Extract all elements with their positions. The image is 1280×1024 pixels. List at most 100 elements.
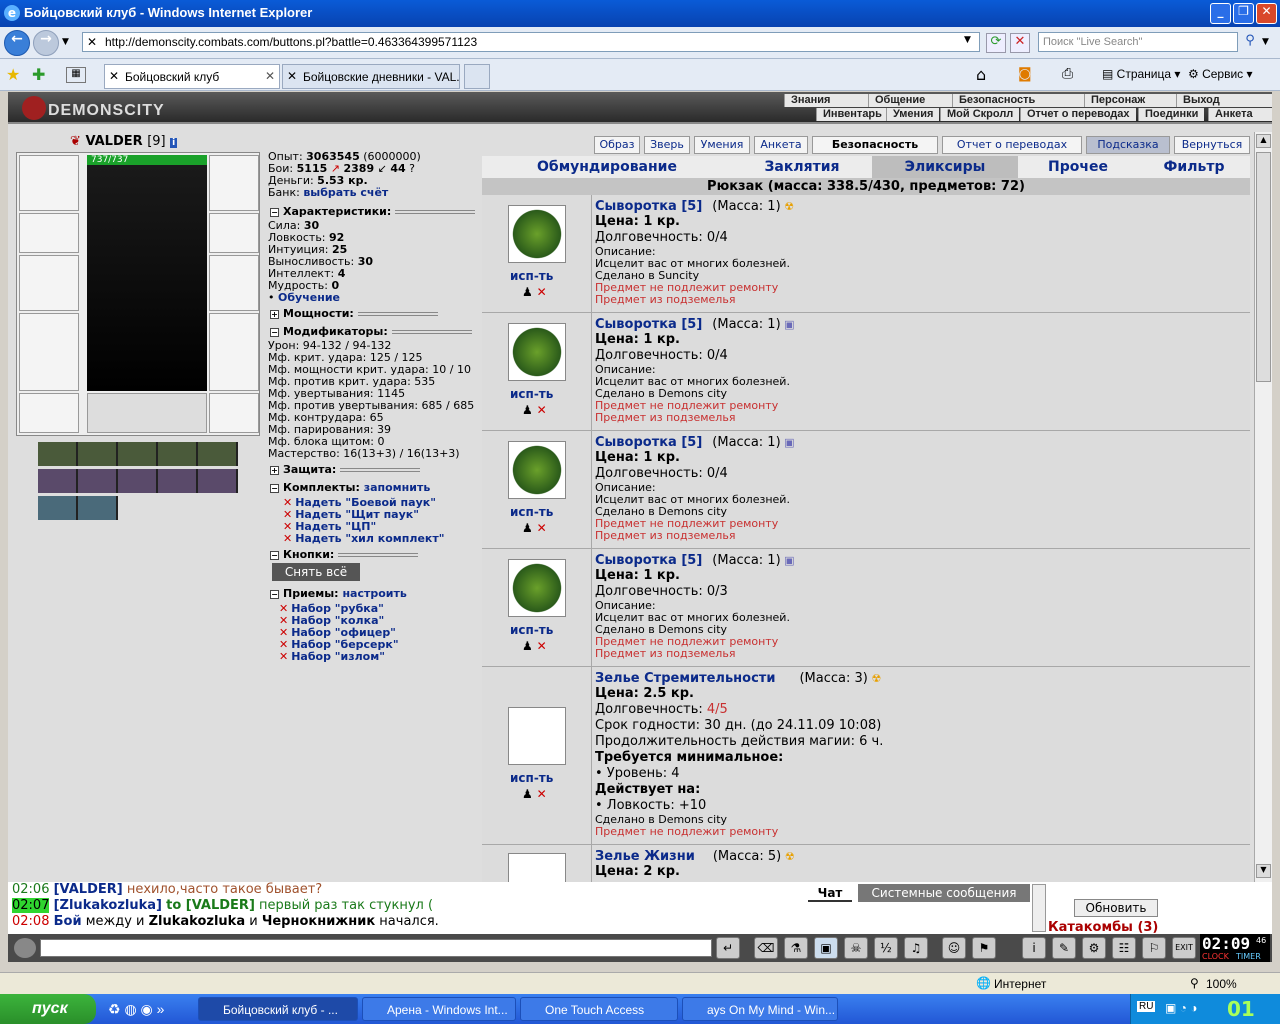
maximize-button[interactable]: ❐ <box>1233 3 1254 24</box>
belt-slot[interactable] <box>19 393 79 433</box>
menu-transfer-report[interactable]: Отчет о переводах <box>1020 108 1136 121</box>
tab-filter[interactable]: Фильтр <box>1138 156 1250 178</box>
collapse-icon[interactable]: − <box>270 327 279 337</box>
modifiers-header[interactable]: − Модификаторы: <box>270 325 480 338</box>
menu-my-scroll[interactable]: Мой Скролл <box>940 108 1020 121</box>
wear-icon[interactable]: ♟ <box>522 787 533 801</box>
undress-all-button[interactable]: Снять всё <box>272 563 360 581</box>
page-scrollbar[interactable]: ▲ ▼ <box>1254 132 1272 882</box>
chat-time[interactable]: 02:08 <box>12 914 49 929</box>
tools-menu[interactable]: ⚙ Сервис ▾ <box>1188 67 1253 81</box>
menu-inventory[interactable]: Инвентарь <box>816 108 888 121</box>
legs-slot[interactable] <box>209 313 259 391</box>
item-name[interactable]: Сыворотка [5] <box>595 317 702 332</box>
forward-button[interactable]: → <box>33 30 59 56</box>
chat-time[interactable]: 02:07 <box>12 898 50 913</box>
send-icon[interactable]: ↵ <box>716 937 740 959</box>
collapse-icon[interactable]: − <box>270 207 279 217</box>
clear-icon[interactable]: ⌫ <box>754 937 778 959</box>
chat-author[interactable]: [VALDER] <box>54 882 123 897</box>
address-dropdown-icon[interactable]: ▼ <box>964 35 971 45</box>
tab-spells[interactable]: Заклятия <box>732 156 872 178</box>
history-dropdown-icon[interactable]: ▼ <box>62 37 69 47</box>
group-icon[interactable]: ☷ <box>1112 937 1136 959</box>
chat-recipient[interactable]: to [VALDER] <box>166 898 255 913</box>
tab-equipment[interactable]: Обмундирование <box>522 156 692 178</box>
scroll-down-icon[interactable]: ▼ <box>1256 864 1271 878</box>
return-button[interactable]: Вернуться <box>1174 136 1250 154</box>
sound-icon[interactable]: ♫ <box>904 937 928 959</box>
task-combats[interactable]: Бойцовский клуб - ... <box>198 997 358 1021</box>
earrings-slot[interactable] <box>209 155 259 211</box>
scroll-thumb[interactable] <box>1256 152 1271 382</box>
use-item-link[interactable]: исп-ть <box>510 269 553 283</box>
menu-exit[interactable]: Выход <box>1176 94 1272 107</box>
tab-elixirs[interactable]: Эликсиры <box>872 156 1018 178</box>
image-button[interactable]: Образ <box>594 136 640 154</box>
minimize-button[interactable]: _ <box>1210 3 1231 24</box>
favorites-star-icon[interactable]: ★ <box>6 65 20 84</box>
task-arena[interactable]: Арена - Windows Int... <box>362 997 516 1021</box>
tab-close-icon[interactable]: ✕ <box>265 69 275 83</box>
security-button[interactable]: Безопасность <box>812 136 938 154</box>
expand-icon[interactable]: + <box>270 309 279 319</box>
spell-row-3[interactable] <box>38 496 118 520</box>
back-button[interactable]: ← <box>4 30 30 56</box>
menu-security[interactable]: Безопасность <box>952 94 1084 107</box>
clan-chat-icon[interactable]: ⚑ <box>972 937 996 959</box>
menu-skills[interactable]: Умения <box>886 108 940 121</box>
search-icon[interactable]: ⚲ <box>1240 33 1260 53</box>
buttons-header[interactable]: − Кнопки: <box>270 548 480 561</box>
collapse-icon[interactable]: − <box>270 483 279 493</box>
exit-icon[interactable]: EXIT <box>1172 937 1196 959</box>
delete-icon[interactable]: ✕ <box>279 650 288 663</box>
bracers-slot[interactable] <box>19 213 79 253</box>
tab-chat[interactable]: Чат <box>808 884 852 902</box>
bank-select-link[interactable]: выбрать счёт <box>303 186 388 199</box>
chat-player[interactable]: Чернокнижник <box>262 914 375 929</box>
character-avatar[interactable] <box>87 165 207 391</box>
tray-icons[interactable]: ▣ ◔ ◑ <box>1165 1001 1198 1015</box>
smiles-icon[interactable]: ☺ <box>942 937 966 959</box>
pet-button[interactable]: Зверь <box>644 136 690 154</box>
page-menu[interactable]: ▤ Страница ▾ <box>1102 67 1180 81</box>
drop-icon[interactable]: ✕ <box>537 403 547 417</box>
info-icon[interactable]: i <box>1022 937 1046 959</box>
tab-diaries[interactable]: ✕ Бойцовские дневники - VAL... <box>282 64 460 89</box>
item-name[interactable]: Сыворотка [5] <box>595 199 702 214</box>
techniques-header[interactable]: − Приемы: настроить <box>270 587 480 600</box>
menu-knowledge[interactable]: Знания <box>784 94 868 107</box>
task-media[interactable]: ays On My Mind - Win... <box>682 997 838 1021</box>
drop-icon[interactable]: ✕ <box>537 285 547 299</box>
menu-profile[interactable]: Анкета <box>1208 108 1272 121</box>
task-one-touch[interactable]: One Touch Access <box>520 997 678 1021</box>
fight-icon[interactable]: ☠ <box>844 937 868 959</box>
settings-icon[interactable]: ⚙ <box>1082 937 1106 959</box>
scroll-up-icon[interactable]: ▲ <box>1256 134 1271 148</box>
refresh-icon[interactable]: ⟳ <box>986 33 1006 53</box>
technique-set[interactable]: ✕ Набор "излом" <box>279 650 385 663</box>
quick-tabs-icon[interactable]: ▦ <box>66 67 86 83</box>
wear-icon[interactable]: ♟ <box>522 403 533 417</box>
filter-icon[interactable]: ⚗ <box>784 937 808 959</box>
item-name[interactable]: Сыворотка [5] <box>595 553 702 568</box>
address-bar[interactable]: ✕ http://demonscity.combats.com/buttons.… <box>82 32 980 52</box>
item-name[interactable]: Сыворотка [5] <box>595 435 702 450</box>
language-indicator[interactable]: RU <box>1137 1001 1156 1012</box>
character-name[interactable]: ❦ VALDER [9] i <box>70 134 178 149</box>
chat-author[interactable]: [Zlukakozluka] <box>54 898 162 913</box>
rune-slots[interactable] <box>87 393 207 433</box>
add-favorites-icon[interactable]: ✚ <box>32 65 45 84</box>
search-options-icon[interactable]: ▼ <box>1262 37 1269 47</box>
chat-message-input[interactable] <box>40 939 712 957</box>
collapse-icon[interactable]: − <box>270 550 279 560</box>
search-input[interactable]: Поиск "Live Search" <box>1038 32 1238 52</box>
expand-icon[interactable]: + <box>270 465 279 475</box>
characteristics-header[interactable]: − Характеристики: <box>270 205 480 218</box>
chat-time[interactable]: 02:06 <box>12 882 49 897</box>
chat-player[interactable]: Zlukakozluka <box>149 914 245 929</box>
use-item-link[interactable]: исп-ть <box>510 505 553 519</box>
menu-battles[interactable]: Поединки <box>1138 108 1205 121</box>
helmet-slot[interactable] <box>19 155 79 211</box>
powers-header[interactable]: + Мощности: <box>270 307 480 320</box>
